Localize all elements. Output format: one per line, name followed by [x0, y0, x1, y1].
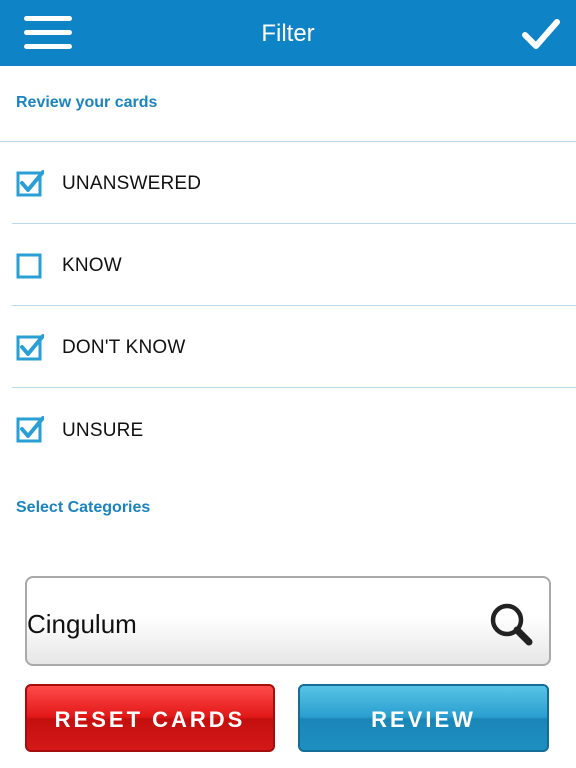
checkbox-unchecked-icon[interactable] [16, 252, 44, 280]
review-section-label: Review your cards [16, 94, 158, 111]
option-know[interactable]: KNOW [0, 224, 576, 304]
option-unsure[interactable]: UNSURE [0, 388, 576, 468]
checkbox-checked-icon[interactable] [16, 169, 45, 197]
checkmark-icon[interactable] [522, 18, 560, 50]
magnifier-icon[interactable] [487, 600, 535, 648]
categories-section-label: Select Categories [16, 499, 151, 516]
page-title: Filter [261, 20, 315, 47]
review-button[interactable]: REVIEW [298, 684, 549, 752]
option-dont-know[interactable]: DON'T KNOW [0, 306, 576, 386]
checkbox-checked-icon[interactable] [16, 333, 45, 361]
category-search-box[interactable] [25, 576, 551, 666]
reset-cards-button[interactable]: RESET CARDS [25, 684, 275, 752]
option-label: UNSURE [62, 420, 144, 441]
option-label: DON'T KNOW [62, 337, 186, 358]
option-label: KNOW [62, 255, 122, 276]
category-search-input[interactable] [27, 608, 467, 640]
checkbox-checked-icon[interactable] [16, 415, 45, 443]
option-label: UNANSWERED [62, 173, 202, 194]
header-bar: Filter [0, 0, 576, 66]
option-unanswered[interactable]: UNANSWERED [0, 142, 576, 222]
